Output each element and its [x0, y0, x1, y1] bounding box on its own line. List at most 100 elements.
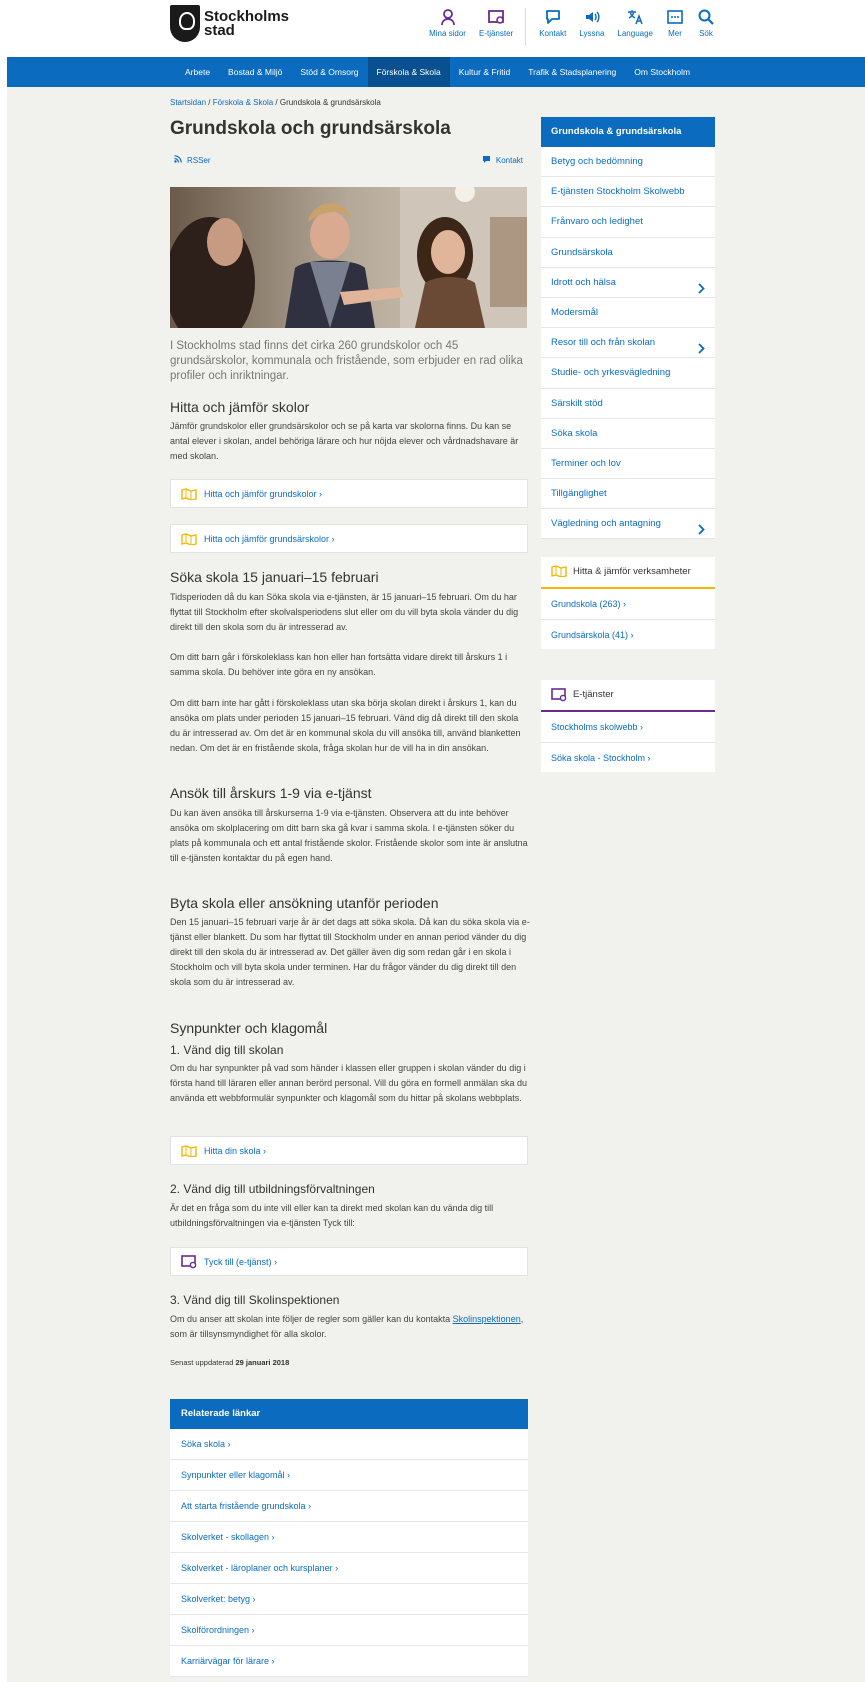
related-link[interactable]: Karriärvägar för lärare › — [170, 1646, 528, 1677]
related-link[interactable]: Synpunkter eller klagomål › — [170, 1460, 528, 1491]
link-label: Hitta och jämför grundskolor › — [204, 488, 323, 499]
page: Stockholms stad Mina sidor E-tjänster Ko… — [0, 0, 865, 1682]
contact-label: Kontakt — [495, 156, 523, 165]
related-link[interactable]: Skolförordningen › — [170, 1615, 528, 1646]
nav-item-trafik[interactable]: Trafik & Stadsplanering — [519, 57, 625, 87]
apply-paragraph-2: Om ditt barn går i förskoleklass kan hon… — [170, 652, 508, 677]
find-text: Jämför grundskolor eller grundsärskolor … — [170, 421, 519, 461]
find-school-link[interactable]: Hitta din skola › — [170, 1136, 528, 1165]
chat-icon — [482, 155, 491, 166]
eservice-box: E-tjänster Stockholms skolwebb › Söka sk… — [541, 680, 715, 772]
sidebar-item[interactable]: Terminer och lov — [541, 449, 715, 480]
grades-text: Du kan även ansöka till årskurserna 1-9 … — [170, 808, 528, 863]
section-nav: Grundskola & grundsärskola Betyg och bed… — [541, 117, 715, 540]
nav-item-arbete[interactable]: Arbete — [176, 57, 219, 87]
sidebar-item-label: Frånvaro och ledighet — [551, 216, 643, 228]
util-language[interactable]: Language — [617, 8, 653, 46]
chevron-right-icon[interactable] — [698, 518, 705, 548]
compare-link[interactable]: Grundsärskola (41) › — [541, 619, 715, 649]
updated-label: Senast uppdaterad — [170, 1358, 234, 1367]
city-crest-icon — [170, 5, 200, 42]
util-mer[interactable]: Mer — [666, 8, 684, 46]
sidebar-item[interactable]: Grundsärskola — [541, 238, 715, 268]
step1-heading: 1. Vänd dig till skolan — [170, 1043, 284, 1057]
page-toolbar: RSSer Kontakt — [170, 151, 527, 170]
util-label: E-tjänster — [478, 29, 514, 38]
find-grundskolor-link[interactable]: Hitta och jämför grundskolor › — [170, 479, 528, 508]
sidebar-item[interactable]: Vägledning och antagning — [541, 509, 715, 540]
nav-item-stod[interactable]: Stöd & Omsorg — [291, 57, 367, 87]
sidebar-item[interactable]: Idrott och hälsa — [541, 268, 715, 298]
related-link[interactable]: Att starta fristående grundskola › — [170, 1491, 528, 1522]
step2-heading: 2. Vänd dig till utbildningsförvaltninge… — [170, 1182, 375, 1196]
grades-heading: Ansök till årskurs 1-9 via e-tjänst — [170, 785, 372, 801]
speaker-icon — [579, 8, 604, 26]
search-icon — [697, 8, 715, 26]
site-logo[interactable]: Stockholms stad — [170, 5, 289, 42]
compare-box: Hitta & jämför verksamheter Grundskola (… — [541, 557, 715, 649]
compare-link[interactable]: Grundskola (263) › — [541, 589, 715, 619]
chat-icon — [539, 8, 566, 26]
sidebar-item[interactable]: Frånvaro och ledighet — [541, 207, 715, 238]
breadcrumb: Startsidan / Förskola & Skola / Grundsko… — [170, 98, 381, 107]
related-link[interactable]: Skolverket: betyg › — [170, 1584, 528, 1615]
tyck-till-link[interactable]: Tyck till (e-tjänst) › — [170, 1247, 528, 1276]
sidebar-item[interactable]: Tillgänglighet — [541, 479, 715, 510]
util-mina-sidor[interactable]: Mina sidor — [429, 8, 466, 46]
section-nav-heading[interactable]: Grundskola & grundsärskola — [541, 117, 715, 147]
switch-heading: Byta skola eller ansökning utanför perio… — [170, 895, 439, 911]
related-link[interactable]: Skolverket - läroplaner och kursplaner › — [170, 1553, 528, 1584]
updated-date: 29 januari 2018 — [235, 1358, 290, 1367]
eservice-link[interactable]: Stockholms skolwebb › — [541, 712, 715, 742]
util-lyssna[interactable]: Lyssna — [579, 8, 604, 46]
step3-text-a: Om du anser att skolan inte följer de re… — [170, 1314, 453, 1324]
sidebar-item[interactable]: Särskilt stöd — [541, 389, 715, 419]
eservice-icon — [551, 688, 567, 707]
switch-text: Den 15 januari–15 februari varje år är d… — [170, 917, 530, 987]
sidebar-item[interactable]: E-tjänsten Stockholm Skolwebb — [541, 177, 715, 208]
breadcrumb-home[interactable]: Startsidan — [170, 98, 206, 107]
nav-item-bostad[interactable]: Bostad & Miljö — [219, 57, 291, 87]
sidebar-item[interactable]: Betyg och bedömning — [541, 147, 715, 178]
sidebar-item[interactable]: Söka skola — [541, 419, 715, 449]
breadcrumb-parent[interactable]: Förskola & Skola — [213, 98, 273, 107]
related-link[interactable]: Skolverket - skollagen › — [170, 1522, 528, 1553]
rss-label: RSSer — [187, 155, 211, 165]
skolinspektionen-link[interactable]: Skolinspektionen — [453, 1314, 521, 1324]
util-kontakt[interactable]: Kontakt — [539, 8, 566, 46]
apply-heading: Söka skola 15 januari–15 februari — [170, 569, 379, 585]
contact-link[interactable]: Kontakt — [482, 155, 523, 166]
hero-image — [170, 187, 527, 328]
sidebar-item-label: Vägledning och antagning — [551, 518, 661, 530]
utility-nav: Mina sidor E-tjänster Kontakt Lyssna Lan… — [416, 8, 715, 46]
util-label: Language — [617, 29, 653, 38]
compare-heading-label: Hitta & jämför verksamheter — [573, 566, 691, 577]
sidebar-item[interactable]: Resor till och från skolan — [541, 328, 715, 359]
util-e-tjanster[interactable]: E-tjänster — [479, 8, 513, 46]
apply-paragraph-3: Om ditt barn inte har gått i förskolekla… — [170, 698, 521, 753]
main-nav: Arbete Bostad & Miljö Stöd & Omsorg Förs… — [7, 57, 865, 87]
rss-link[interactable]: RSSer — [174, 155, 211, 165]
sidebar-item[interactable]: Modersmål — [541, 298, 715, 329]
sidebar-item-label: Tillgänglighet — [551, 488, 607, 500]
breadcrumb-current: Grundskola & grundsärskola — [279, 98, 381, 107]
last-updated: Senast uppdaterad 29 januari 2018 — [170, 1358, 289, 1367]
eservice-heading-label: E-tjänster — [573, 689, 614, 700]
sidebar-item-label: E-tjänsten Stockholm Skolwebb — [551, 186, 685, 198]
util-label: Kontakt — [539, 29, 567, 38]
nav-item-kultur[interactable]: Kultur & Fritid — [450, 57, 520, 87]
map-compare-icon — [181, 532, 197, 545]
util-sok[interactable]: Sök — [697, 8, 715, 46]
util-label: Sök — [699, 29, 713, 38]
map-compare-icon — [181, 487, 197, 500]
nav-item-om-stockholm[interactable]: Om Stockholm — [625, 57, 699, 87]
page-title: Grundskola och grundsärskola — [170, 118, 451, 139]
step3-heading: 3. Vänd dig till Skolinspektionen — [170, 1293, 340, 1307]
related-heading: Relaterade länkar — [170, 1399, 528, 1429]
related-link[interactable]: Söka skola › — [170, 1429, 528, 1460]
eservice-link[interactable]: Söka skola - Stockholm › — [541, 742, 715, 772]
find-grundsarskolor-link[interactable]: Hitta och jämför grundsärskolor › — [170, 524, 528, 553]
step2-text: Är det en fråga som du inte vill eller k… — [170, 1203, 494, 1228]
nav-item-forskola[interactable]: Förskola & Skola — [367, 57, 450, 87]
sidebar-item[interactable]: Studie- och yrkesvägledning — [541, 358, 715, 389]
